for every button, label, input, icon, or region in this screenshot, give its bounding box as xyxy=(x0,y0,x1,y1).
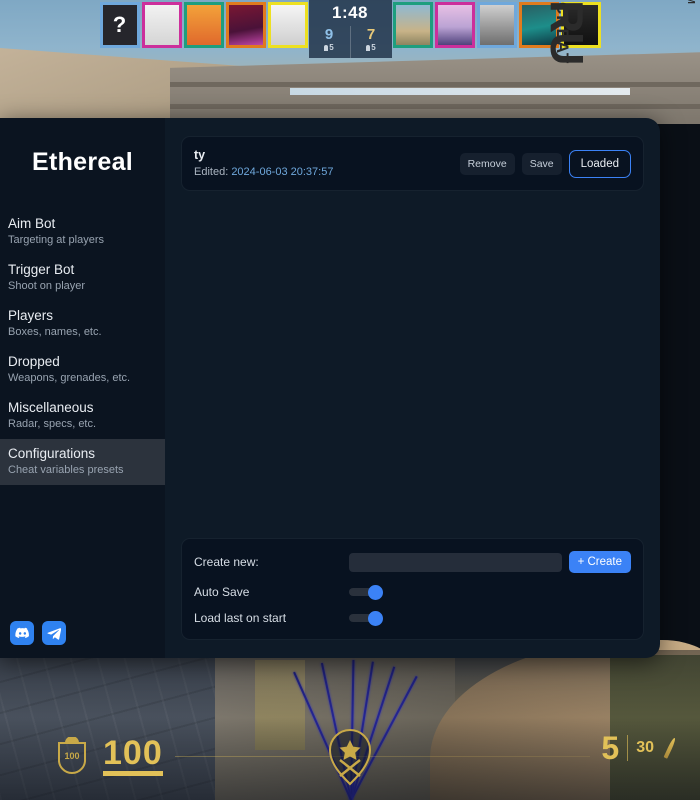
alive-ct-count: 5 xyxy=(329,43,334,52)
toggle-knob xyxy=(368,611,383,626)
score-t: 7 5 xyxy=(349,26,392,58)
load-last-toggle[interactable] xyxy=(349,611,383,626)
site-watermark: CHEAT RU .COM xyxy=(541,0,698,70)
bullet-icon xyxy=(663,737,677,759)
roof-beam xyxy=(170,104,700,109)
config-settings-card: Create new: + Create Auto Save Load last… xyxy=(181,538,644,640)
config-name: ty xyxy=(194,148,206,162)
sidebar-item-subtitle: Radar, specs, etc. xyxy=(8,418,97,430)
health-value: 100 xyxy=(103,736,163,776)
ammo-group: 5 30 xyxy=(601,730,677,766)
config-info: ty Edited: 2024-06-03 20:37:57 xyxy=(194,147,333,180)
alive-t: 5 xyxy=(366,43,376,52)
unknown-avatar-glyph: ? xyxy=(112,12,127,37)
round-scoreboard: 1:48 9 5 7 5 xyxy=(308,0,392,58)
watermark-com: .COM xyxy=(685,0,696,4)
player-dot-icon xyxy=(324,44,329,51)
telegram-icon[interactable] xyxy=(42,621,66,645)
sidebar-item-subtitle: Weapons, grenades, etc. xyxy=(8,372,131,384)
player-avatar-unknown: ? xyxy=(99,2,140,48)
app-brand-title: Ethereal xyxy=(31,148,134,176)
toggle-knob xyxy=(368,585,383,600)
player-avatar xyxy=(267,2,308,48)
sidebar-item-configurations[interactable]: Configurations Cheat variables presets xyxy=(0,439,165,485)
sidebar-item-trigger-bot[interactable]: Trigger Bot Shoot on player xyxy=(0,255,165,301)
sidebar-item-subtitle: Cheat variables presets xyxy=(8,464,124,476)
social-links xyxy=(10,621,66,645)
health-group: 100 100 xyxy=(55,736,163,776)
bottom-hud: 100 100 5 30 xyxy=(0,726,700,786)
sidebar-nav: Aim Bot Targeting at players Trigger Bot… xyxy=(0,209,165,485)
config-edited-label: Edited: xyxy=(194,166,229,178)
save-button[interactable]: Save xyxy=(521,152,562,175)
sidebar-item-subtitle: Shoot on player xyxy=(8,280,86,292)
sidebar-item-title: Trigger Bot xyxy=(8,262,75,277)
score-row: 9 5 7 5 xyxy=(309,26,392,58)
ammo-current: 5 xyxy=(601,730,620,766)
alive-t-count: 5 xyxy=(371,43,376,52)
load-last-label: Load last on start xyxy=(194,611,287,625)
create-new-label: Create new: xyxy=(194,555,259,569)
cheat-menu-window: Ethereal Aim Bot Targeting at players Tr… xyxy=(0,118,660,658)
score-ct: 9 5 xyxy=(309,26,350,58)
config-edited: Edited: 2024-06-03 20:37:57 xyxy=(194,165,333,180)
score-t-value: 7 xyxy=(366,26,376,43)
sidebar-item-aim-bot[interactable]: Aim Bot Targeting at players xyxy=(0,209,165,255)
watermark-ru: RU xyxy=(541,0,593,65)
auto-save-label: Auto Save xyxy=(194,585,250,599)
player-avatar xyxy=(476,2,517,48)
sidebar-item-players[interactable]: Players Boxes, names, etc. xyxy=(0,301,165,347)
create-new-row: Create new: + Create xyxy=(194,551,631,573)
discord-icon[interactable] xyxy=(10,621,34,645)
config-item-card: ty Edited: 2024-06-03 20:37:57 Remove Sa… xyxy=(181,136,644,191)
svg-text:100: 100 xyxy=(64,751,79,761)
player-avatar xyxy=(392,2,433,48)
roof-beam xyxy=(170,82,700,87)
round-timer: 1:48 xyxy=(331,3,369,22)
hud-divider-line xyxy=(175,756,590,757)
alive-ct: 5 xyxy=(324,43,334,52)
remove-button[interactable]: Remove xyxy=(459,152,515,175)
team-badge-icon xyxy=(320,722,380,794)
sidebar-item-miscellaneous[interactable]: Miscellaneous Radar, specs, etc. xyxy=(0,393,165,439)
create-name-input[interactable] xyxy=(349,552,562,572)
content-area: ty Edited: 2024-06-03 20:37:57 Remove Sa… xyxy=(165,118,660,658)
ammo-separator xyxy=(627,735,629,761)
player-avatar xyxy=(225,2,266,48)
score-ct-value: 9 xyxy=(324,26,334,43)
armor-icon: 100 xyxy=(55,737,89,775)
sidebar-item-title: Aim Bot xyxy=(8,216,56,231)
sidebar-item-title: Dropped xyxy=(8,354,60,369)
player-avatar xyxy=(183,2,224,48)
config-actions: Remove Save Loaded xyxy=(459,149,631,178)
sidebar-item-title: Players xyxy=(8,308,54,323)
config-edited-date: 2024-06-03 20:37:57 xyxy=(231,166,334,178)
player-dot-icon xyxy=(366,44,371,51)
roof-skylight xyxy=(290,88,630,95)
sidebar-item-subtitle: Targeting at players xyxy=(8,234,104,246)
sidebar-item-title: Miscellaneous xyxy=(8,400,94,415)
auto-save-row: Auto Save xyxy=(194,585,631,600)
player-avatar xyxy=(434,2,475,48)
loaded-button[interactable]: Loaded xyxy=(568,149,631,178)
load-last-row: Load last on start xyxy=(194,611,631,626)
sidebar-item-title: Configurations xyxy=(8,446,96,461)
sidebar-item-subtitle: Boxes, names, etc. xyxy=(8,326,102,338)
auto-save-toggle[interactable] xyxy=(349,585,383,600)
ammo-reserve: 30 xyxy=(636,739,654,756)
sidebar-item-dropped[interactable]: Dropped Weapons, grenades, etc. xyxy=(0,347,165,393)
create-button[interactable]: + Create xyxy=(568,551,631,573)
sidebar: Ethereal Aim Bot Targeting at players Tr… xyxy=(0,118,165,658)
scoreboard-row: ? 1:48 9 5 7 5 xyxy=(99,0,602,58)
player-avatar xyxy=(141,2,182,48)
